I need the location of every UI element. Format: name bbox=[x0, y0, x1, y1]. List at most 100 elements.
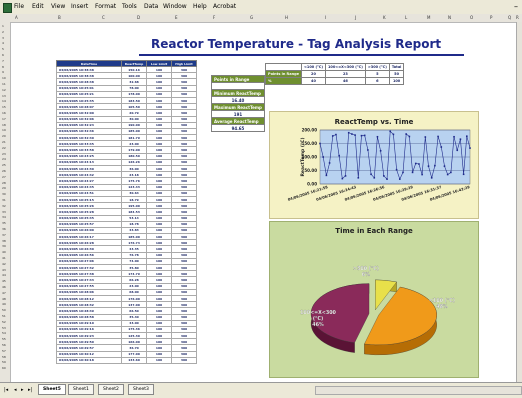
stat-value-points[interactable] bbox=[211, 82, 265, 90]
menu-window[interactable]: Window bbox=[163, 3, 187, 10]
row-number[interactable]: 38 bbox=[2, 239, 6, 243]
row-number[interactable]: 12 bbox=[2, 88, 6, 92]
row-number[interactable]: 51 bbox=[2, 314, 6, 318]
tab-sheet3[interactable]: Sheet3 bbox=[128, 384, 154, 395]
line-chart[interactable]: ReactTemp vs. Time 200.00 150.00 100.00 50.… bbox=[269, 111, 479, 219]
row-number[interactable]: 33 bbox=[2, 210, 6, 214]
column-letter[interactable]: M bbox=[427, 15, 430, 20]
column-letter[interactable]: B bbox=[58, 15, 61, 20]
range-cell[interactable]: 5 bbox=[364, 70, 390, 78]
range-row-label[interactable]: % bbox=[265, 77, 302, 85]
row-number[interactable]: 2 bbox=[2, 30, 4, 34]
row-number[interactable]: 8 bbox=[2, 65, 4, 69]
column-letter[interactable]: D bbox=[137, 15, 140, 20]
row-number[interactable]: 53 bbox=[2, 326, 6, 330]
row-number[interactable]: 39 bbox=[2, 244, 6, 248]
column-letter[interactable]: R bbox=[516, 15, 519, 20]
row-number[interactable]: 15 bbox=[2, 105, 6, 109]
row-number[interactable]: 34 bbox=[2, 215, 6, 219]
row-number[interactable]: 13 bbox=[2, 94, 6, 98]
column-letter[interactable]: P bbox=[490, 15, 492, 20]
row-number[interactable]: 16 bbox=[2, 111, 6, 115]
row-number[interactable]: 21 bbox=[2, 140, 6, 144]
column-letter[interactable]: I bbox=[325, 15, 326, 20]
column-letter[interactable]: C bbox=[102, 15, 105, 20]
stat-label-min[interactable]: Minimum ReactTemp bbox=[211, 89, 265, 97]
row-number[interactable]: 56 bbox=[2, 343, 6, 347]
row-number[interactable]: 57 bbox=[2, 349, 6, 353]
column-letter[interactable]: L bbox=[405, 15, 407, 20]
row-number[interactable]: 4 bbox=[2, 41, 4, 45]
menu-format[interactable]: Format bbox=[95, 3, 116, 10]
range-cell[interactable]: 23 bbox=[324, 70, 366, 78]
tab-prev-icon[interactable]: ◂ bbox=[14, 387, 17, 393]
row-number[interactable]: 44 bbox=[2, 273, 6, 277]
row-number[interactable]: 58 bbox=[2, 355, 6, 359]
row-number[interactable]: 19 bbox=[2, 128, 6, 132]
tab-sheet1[interactable]: Sheet1 bbox=[68, 384, 94, 395]
tab-sheet2[interactable]: Sheet2 bbox=[98, 384, 124, 395]
tab-sheet5[interactable]: Sheet5 bbox=[38, 384, 66, 395]
row-number[interactable]: 10 bbox=[2, 76, 6, 80]
row-number[interactable]: 23 bbox=[2, 152, 6, 156]
row-number[interactable]: 54 bbox=[2, 331, 6, 335]
stat-value-avg[interactable]: 94.65 bbox=[211, 124, 265, 132]
column-letter[interactable]: O bbox=[470, 15, 473, 20]
menu-tools[interactable]: Tools bbox=[122, 3, 137, 10]
table-cell[interactable]: 300 bbox=[171, 356, 197, 365]
range-header-low[interactable]: <100 (°C) bbox=[300, 63, 326, 71]
row-number[interactable]: 35 bbox=[2, 221, 6, 225]
row-number[interactable]: 52 bbox=[2, 320, 6, 324]
row-number[interactable]: 40 bbox=[2, 250, 6, 254]
menu-view[interactable]: View bbox=[51, 3, 65, 10]
column-letter[interactable]: F bbox=[213, 15, 215, 20]
row-number[interactable]: 24 bbox=[2, 157, 6, 161]
row-number[interactable]: 14 bbox=[2, 99, 6, 103]
row-number[interactable]: 41 bbox=[2, 256, 6, 260]
row-number[interactable]: 11 bbox=[2, 82, 6, 86]
menu-data[interactable]: Data bbox=[144, 3, 158, 10]
menu-help[interactable]: Help bbox=[193, 3, 207, 10]
row-number[interactable]: 9 bbox=[2, 70, 4, 74]
menu-file[interactable]: File bbox=[14, 3, 24, 10]
stat-label-avg[interactable]: Average ReactTemp bbox=[211, 117, 265, 125]
pie-chart[interactable]: Time in Each Range >300 (°C) 6% <100 (°C) 4… bbox=[269, 221, 479, 378]
row-number[interactable]: 32 bbox=[2, 204, 6, 208]
row-number[interactable]: 36 bbox=[2, 227, 6, 231]
row-number[interactable]: 60 bbox=[2, 366, 6, 370]
tab-next-icon[interactable]: ▸ bbox=[21, 387, 24, 393]
tab-first-icon[interactable]: |◂ bbox=[4, 387, 8, 393]
range-row-label[interactable]: Points in Range bbox=[265, 70, 302, 78]
row-number[interactable]: 46 bbox=[2, 285, 6, 289]
range-cell[interactable]: 40 bbox=[300, 77, 326, 85]
row-number[interactable]: 28 bbox=[2, 181, 6, 185]
row-number[interactable]: 7 bbox=[2, 59, 4, 63]
row-number[interactable]: 18 bbox=[2, 123, 6, 127]
menu-acrobat[interactable]: Acrobat bbox=[213, 3, 236, 10]
row-number[interactable]: 5 bbox=[2, 47, 4, 51]
row-number[interactable]: 42 bbox=[2, 262, 6, 266]
row-number[interactable]: 1 bbox=[2, 24, 4, 28]
table-cell[interactable]: 133.60 bbox=[121, 356, 147, 365]
tab-last-icon[interactable]: ▸| bbox=[28, 387, 32, 393]
column-letter[interactable]: K bbox=[383, 15, 386, 20]
column-letter[interactable]: G bbox=[250, 15, 253, 20]
row-number[interactable]: 20 bbox=[2, 134, 6, 138]
range-cell[interactable]: 6 bbox=[364, 77, 390, 85]
row-number[interactable]: 27 bbox=[2, 175, 6, 179]
row-number[interactable]: 50 bbox=[2, 308, 6, 312]
range-header-high[interactable]: >300 (°C) bbox=[364, 63, 390, 71]
column-letter[interactable]: N bbox=[448, 15, 451, 20]
worksheet[interactable]: Reactor Temperature - Tag Analysis Repor… bbox=[10, 22, 518, 384]
column-letter[interactable]: J bbox=[355, 15, 356, 20]
excel-document-icon[interactable] bbox=[3, 3, 12, 13]
row-number[interactable]: 22 bbox=[2, 146, 6, 150]
menu-edit[interactable]: Edit bbox=[32, 3, 44, 10]
vertical-scrollbar[interactable] bbox=[516, 22, 522, 382]
row-number[interactable]: 26 bbox=[2, 169, 6, 173]
horizontal-scrollbar[interactable] bbox=[315, 386, 522, 395]
range-cell[interactable]: 100 bbox=[388, 77, 405, 85]
range-cell[interactable]: 50 bbox=[388, 70, 405, 78]
row-number[interactable]: 3 bbox=[2, 36, 4, 40]
row-number[interactable]: 48 bbox=[2, 297, 6, 301]
